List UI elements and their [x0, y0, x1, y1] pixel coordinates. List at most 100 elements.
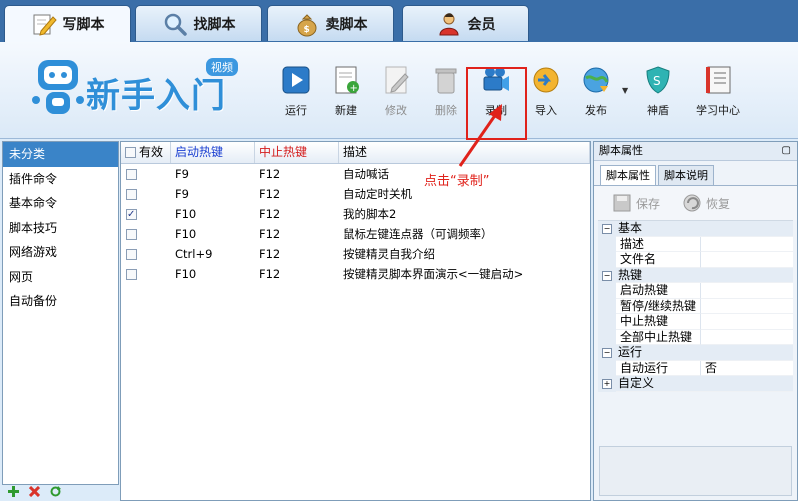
stop-hotkey-cell: F12: [259, 167, 281, 181]
expand-icon[interactable]: +: [602, 379, 612, 389]
tab-script-description[interactable]: 脚本说明: [658, 165, 714, 185]
restore-label: 恢复: [706, 196, 731, 211]
property-value[interactable]: [701, 330, 793, 345]
delete-button[interactable]: 删除: [420, 64, 472, 124]
group-hotkey[interactable]: − 热键: [598, 267, 793, 283]
group-run[interactable]: − 运行: [598, 345, 793, 361]
table-row[interactable]: F9 F12 自动定时关机: [121, 184, 590, 204]
table-body: F9F12自动喊话F9F12自动定时关机F10F12我的脚本2F10F12鼠标左…: [121, 164, 590, 284]
video-badge: 视频: [206, 58, 238, 76]
pin-icon[interactable]: ▢: [782, 142, 791, 160]
script-table: 有效 启动热键 中止热键 描述 F9F12自动喊话F9F12自动定时关机F10F…: [120, 141, 591, 501]
property-name: 暂停/继续热键: [616, 298, 701, 314]
tab-script-properties[interactable]: 脚本属性: [600, 165, 656, 185]
property-value[interactable]: [701, 299, 793, 314]
shield-button[interactable]: S 神盾: [632, 64, 684, 124]
category-item[interactable]: 脚本技巧: [3, 216, 118, 241]
import-button[interactable]: 导入: [520, 64, 572, 124]
new-button[interactable]: + 新建: [320, 64, 372, 124]
category-item[interactable]: 未分类: [3, 142, 118, 167]
table-row[interactable]: F9 F12 自动喊话: [121, 164, 590, 184]
enabled-checkbox[interactable]: [126, 228, 137, 240]
property-row[interactable]: 文件名: [598, 252, 793, 268]
svg-text:$: $: [303, 25, 309, 35]
run-button[interactable]: 运行: [270, 64, 322, 124]
collapse-icon[interactable]: −: [602, 224, 612, 234]
category-item[interactable]: 插件命令: [3, 167, 118, 192]
group-basic[interactable]: − 基本: [598, 221, 793, 237]
learning-center-button[interactable]: 学习中心: [688, 64, 748, 124]
category-item[interactable]: 网页: [3, 265, 118, 290]
properties-title-label: 脚本属性: [599, 144, 643, 157]
publish-button[interactable]: 发布: [570, 64, 622, 124]
tab-sell-script[interactable]: $ 卖脚本: [267, 5, 394, 41]
enabled-checkbox[interactable]: [126, 205, 137, 225]
start-hotkey-column-header[interactable]: 启动热键: [171, 142, 255, 163]
delete-category-icon[interactable]: [28, 485, 41, 498]
edit-button[interactable]: 修改: [370, 64, 422, 124]
tab-members[interactable]: 会员: [402, 5, 529, 41]
collapse-icon[interactable]: −: [602, 348, 612, 358]
description-column-header[interactable]: 描述: [339, 142, 590, 163]
publish-dropdown-arrow-icon[interactable]: ▼: [622, 86, 628, 95]
property-value[interactable]: 否: [701, 361, 793, 376]
new-document-icon: +: [335, 66, 359, 94]
property-row[interactable]: 暂停/继续热键: [598, 298, 793, 314]
enabled-checkbox[interactable]: [126, 268, 137, 280]
tab-find-script[interactable]: 找脚本: [135, 5, 262, 41]
table-row[interactable]: F10 F12 我的脚本2: [121, 204, 590, 225]
stop-hotkey-cell: F12: [259, 267, 281, 281]
collapse-icon[interactable]: −: [602, 270, 612, 281]
category-item[interactable]: 网络游戏: [3, 240, 118, 265]
svg-text:+: +: [350, 83, 358, 94]
play-icon: [282, 66, 310, 94]
enabled-cell: [121, 224, 171, 244]
enabled-column-header[interactable]: 有效: [121, 142, 171, 163]
run-label: 运行: [285, 104, 307, 117]
property-name: 中止热键: [616, 314, 701, 330]
property-name: 全部中止热键: [616, 329, 701, 345]
money-bag-icon: $: [297, 13, 316, 36]
property-value[interactable]: [701, 314, 793, 330]
record-highlight-box: [466, 67, 527, 140]
property-value[interactable]: [701, 252, 793, 268]
import-label: 导入: [535, 104, 557, 117]
enabled-checkbox[interactable]: [126, 248, 137, 260]
svg-text:S: S: [653, 74, 661, 88]
table-row[interactable]: F10 F12 按键精灵脚本界面演示<一键启动>: [121, 264, 590, 284]
table-row[interactable]: F10 F12 鼠标左键连点器（可调频率）: [121, 224, 590, 244]
restore-button[interactable]: 恢复: [682, 193, 730, 213]
category-list: 未分类 插件命令 基本命令 脚本技巧 网络游戏 网页 自动备份: [2, 141, 119, 485]
group-label: 自定义: [616, 376, 793, 392]
robot-mascot-icon: [32, 60, 84, 114]
refresh-category-icon[interactable]: [50, 486, 61, 497]
enabled-checkbox[interactable]: [126, 188, 137, 200]
property-row[interactable]: 自动运行否: [598, 360, 793, 376]
beginner-guide-logo[interactable]: 新手入门 视频: [32, 54, 242, 124]
category-item[interactable]: 自动备份: [3, 289, 118, 314]
property-name: 文件名: [616, 252, 701, 268]
property-row[interactable]: 中止热键: [598, 314, 793, 330]
property-row[interactable]: 全部中止热键: [598, 329, 793, 345]
property-row[interactable]: 启动热键: [598, 283, 793, 299]
stop-hotkey-cell: F12: [259, 187, 281, 201]
stop-hotkey-column-header[interactable]: 中止热键: [255, 142, 339, 163]
property-row[interactable]: 描述: [598, 236, 793, 252]
tab-sell-script-label: 卖脚本: [325, 16, 368, 33]
enabled-cell: [121, 264, 171, 284]
table-row[interactable]: Ctrl+9 F12 按键精灵自我介绍: [121, 244, 590, 264]
group-custom[interactable]: + 自定义: [598, 376, 793, 392]
start-hotkey-cell: F10: [175, 207, 197, 221]
property-value[interactable]: [701, 237, 793, 252]
start-hotkey-cell: F10: [175, 227, 197, 241]
property-value[interactable]: [701, 283, 793, 299]
add-category-icon[interactable]: [8, 486, 19, 497]
tab-find-script-label: 找脚本: [193, 16, 236, 33]
tab-write-script[interactable]: 写脚本: [4, 5, 131, 42]
group-label: 运行: [616, 345, 793, 361]
enabled-checkbox[interactable]: [126, 168, 137, 180]
save-button[interactable]: 保存: [612, 193, 660, 213]
category-item[interactable]: 基本命令: [3, 191, 118, 216]
magnifier-icon: [164, 13, 187, 36]
select-all-checkbox[interactable]: [125, 147, 136, 158]
